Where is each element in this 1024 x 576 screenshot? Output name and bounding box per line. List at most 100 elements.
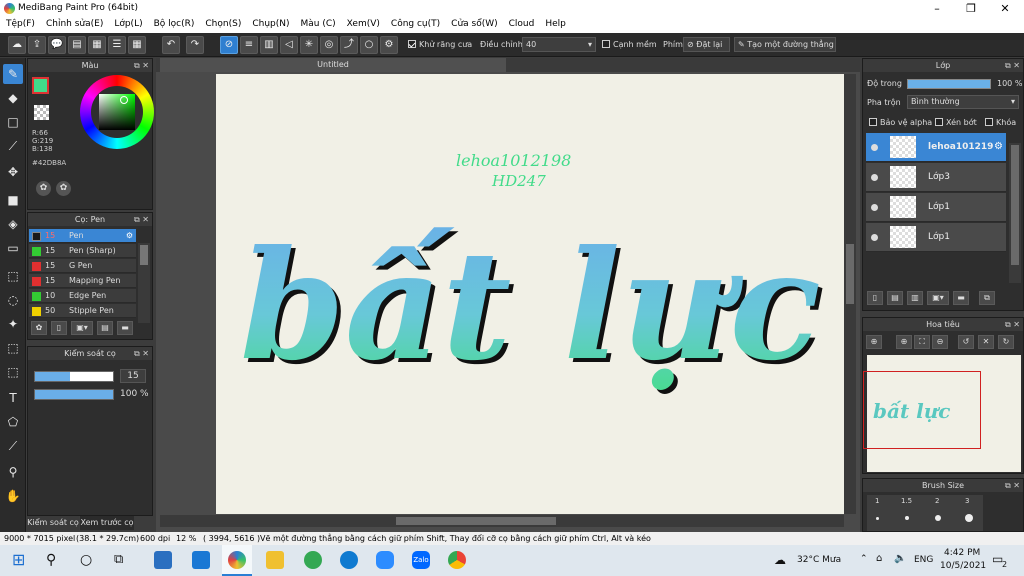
panel-close-icon[interactable]: ⧉ ✕	[1005, 59, 1020, 72]
list-icon[interactable]: ☰	[108, 36, 126, 54]
menu-tools[interactable]: Công cụ(T)	[385, 17, 445, 29]
lock-checkbox[interactable]: Khóa	[985, 118, 1016, 127]
zoom-in-alt-icon[interactable]: ⊕	[896, 335, 912, 349]
hand-tool-icon[interactable]: ✋	[3, 486, 23, 506]
zoom-out-icon[interactable]: ⊖	[932, 335, 948, 349]
layer-opacity-slider[interactable]	[907, 79, 991, 89]
operation-tool-icon[interactable]: ⬠	[3, 412, 23, 432]
brush-variant-tool-icon[interactable]: ⟋	[3, 136, 23, 156]
cross-snap-icon[interactable]: ▥	[260, 36, 278, 54]
panel-close-icon[interactable]: ⧉ ✕	[134, 213, 149, 226]
new-layer-icon[interactable]: ▯	[867, 291, 883, 305]
brush-folder-icon[interactable]: ▬	[117, 321, 133, 335]
add-brush-icon[interactable]: ✿	[31, 321, 47, 335]
menu-layer[interactable]: Lớp(L)	[108, 17, 147, 29]
soft-edge-checkbox[interactable]: Cạnh mềm	[602, 40, 657, 49]
layer-item[interactable]: Lớp1	[866, 193, 1006, 222]
panel-close-icon[interactable]: ⧉ ✕	[134, 347, 149, 360]
rotate-right-icon[interactable]: ↻	[998, 335, 1014, 349]
brush-item-g-pen[interactable]: 15 G Pen	[29, 259, 136, 273]
fit-icon[interactable]: ⛶	[914, 335, 930, 349]
menu-color[interactable]: Màu (C)	[295, 17, 341, 29]
lasso-tool-icon[interactable]: ◌	[3, 290, 23, 310]
panel-close-icon[interactable]: ⧉ ✕	[134, 59, 149, 72]
brush-tool-icon[interactable]: ✎	[3, 64, 23, 84]
gradient-tool-icon[interactable]: ▭	[3, 238, 23, 258]
foreground-color-swatch[interactable]	[32, 77, 49, 94]
menu-filter[interactable]: Bộ lọc(R)	[148, 17, 200, 29]
palette-icon[interactable]: ✿	[36, 181, 51, 196]
text-tool-icon[interactable]: T	[3, 388, 23, 408]
brush-item-mapping-pen[interactable]: 15 Mapping Pen	[29, 274, 136, 288]
gear-icon[interactable]: ⚙	[994, 141, 1003, 152]
snap-settings-icon[interactable]: ⚙	[380, 36, 398, 54]
tab-brush-preview[interactable]: Xem trước cọ	[80, 516, 134, 530]
zoom-in-icon[interactable]: ⊕	[866, 335, 882, 349]
vanishing-snap-icon[interactable]: ◁	[280, 36, 298, 54]
gear-icon[interactable]: ⚙	[126, 229, 133, 243]
brush-opacity-slider[interactable]	[34, 389, 114, 400]
edge-icon[interactable]	[340, 551, 358, 569]
select-pen-tool-icon[interactable]: ⬚	[3, 338, 23, 358]
weather-text[interactable]: 32°C Mưa	[797, 555, 841, 565]
eye-icon[interactable]	[871, 144, 878, 151]
menu-edit[interactable]: Chỉnh sửa(E)	[40, 17, 108, 29]
file-explorer-icon[interactable]	[266, 551, 284, 569]
menu-window[interactable]: Cửa sổ(W)	[445, 17, 502, 29]
zoom-app-icon[interactable]	[376, 551, 394, 569]
menu-select[interactable]: Chọn(S)	[199, 17, 246, 29]
share-icon[interactable]: ⇪	[28, 36, 46, 54]
select-eraser-tool-icon[interactable]: ⬚	[3, 362, 23, 382]
rotate-left-icon[interactable]: ↺	[958, 335, 974, 349]
maximize-button[interactable]: ❐	[954, 0, 988, 17]
copy-layer-icon[interactable]: ▥	[907, 291, 923, 305]
medibang-taskbar-button[interactable]	[222, 545, 252, 576]
menu-view[interactable]: Xem(V)	[341, 17, 385, 29]
network-icon[interactable]: ⌂	[876, 553, 882, 564]
eye-icon[interactable]	[871, 204, 878, 211]
tab-brush-control[interactable]: Kiểm soát cọ	[27, 516, 79, 530]
hue-wheel[interactable]	[80, 75, 154, 149]
transparent-color-swatch[interactable]	[34, 105, 49, 120]
magic-wand-tool-icon[interactable]: ✦	[3, 314, 23, 334]
redo-icon[interactable]: ↷	[186, 36, 204, 54]
cloud-icon[interactable]: ☁	[8, 36, 26, 54]
eye-icon[interactable]	[871, 234, 878, 241]
language-indicator[interactable]: ENG	[914, 555, 933, 565]
tray-chevron-icon[interactable]: ⌃	[860, 554, 868, 564]
brush-copy-icon[interactable]: ▤	[97, 321, 113, 335]
divide-tool-icon[interactable]: ⟋	[3, 436, 23, 456]
snap-off-icon[interactable]: ⊘	[220, 36, 238, 54]
brush-menu-icon[interactable]: ▣▾	[71, 321, 93, 335]
brush-size-1[interactable]: 1	[875, 497, 879, 505]
brush-size-3[interactable]: 3	[965, 497, 969, 505]
curve-snap-icon[interactable]: ⤴	[340, 36, 358, 54]
store-icon[interactable]	[154, 551, 172, 569]
navigator-preview[interactable]: bất lực	[863, 355, 1021, 472]
panel-close-icon[interactable]: ⧉ ✕	[1005, 479, 1020, 492]
circle-snap-icon[interactable]: ◎	[320, 36, 338, 54]
new-halftone-layer-icon[interactable]: ▤	[887, 291, 903, 305]
blend-mode-select[interactable]: Bình thường ▾	[907, 95, 1019, 109]
menu-cloud[interactable]: Cloud	[503, 17, 540, 29]
canvas-paper[interactable]: lehoa1012198 HD247 bất lực bất lực	[216, 74, 844, 514]
brush-item-stipple-pen[interactable]: 50 Stipple Pen	[29, 304, 136, 318]
close-button[interactable]: ✕	[988, 0, 1022, 17]
layer-item[interactable]: lehoa101219 ⚙	[866, 133, 1006, 162]
panel-close-icon[interactable]: ⧉ ✕	[1005, 318, 1020, 331]
eye-icon[interactable]	[871, 174, 878, 181]
antialias-checkbox[interactable]: Khử răng cưa	[408, 40, 472, 49]
reset-button[interactable]: ⊘ Đặt lại	[683, 37, 730, 52]
document-icon[interactable]: ▦	[88, 36, 106, 54]
fill-tool-icon[interactable]: ◈	[3, 214, 23, 234]
minimize-button[interactable]: –	[920, 0, 954, 17]
grid-icon[interactable]: ▦	[128, 36, 146, 54]
parallel-snap-icon[interactable]: ≡	[240, 36, 258, 54]
brush-size-slider[interactable]	[34, 371, 114, 382]
menu-help[interactable]: Help	[539, 17, 571, 29]
eyedropper-tool-icon[interactable]: ⚲	[3, 462, 23, 482]
chrome-icon[interactable]	[448, 551, 466, 569]
zalo-icon[interactable]: Zalo	[412, 551, 430, 569]
viewport-rect[interactable]	[863, 371, 981, 449]
shape-tool-icon[interactable]: ■	[3, 190, 23, 210]
